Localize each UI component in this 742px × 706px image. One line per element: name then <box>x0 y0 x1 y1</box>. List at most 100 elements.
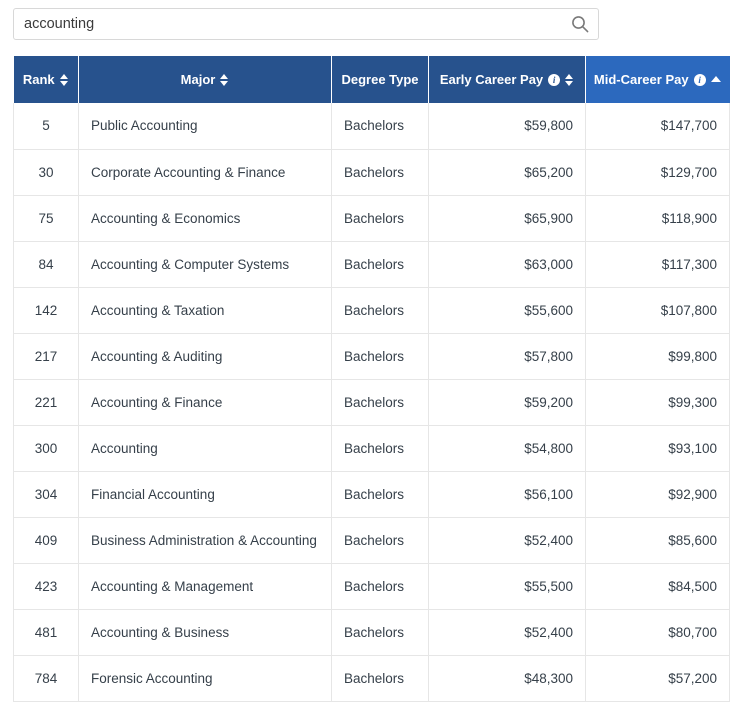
cell-degree-type: Bachelors <box>331 563 429 610</box>
column-header-mid-career-pay[interactable]: Mid-Career Pay i <box>585 56 730 103</box>
column-label-rank: Rank <box>22 72 55 87</box>
cell-mid-career-pay: $99,300 <box>585 379 730 426</box>
cell-early-career-pay: $65,200 <box>428 149 586 196</box>
cell-early-career-pay: $65,900 <box>428 195 586 242</box>
cell-major: Accounting & Computer Systems <box>78 241 332 288</box>
cell-early-career-pay: $56,100 <box>428 471 586 518</box>
cell-mid-career-pay: $107,800 <box>585 287 730 334</box>
cell-degree-type: Bachelors <box>331 287 429 334</box>
cell-mid-career-pay: $99,800 <box>585 333 730 380</box>
cell-early-career-pay: $52,400 <box>428 517 586 564</box>
column-header-rank[interactable]: Rank <box>13 56 79 103</box>
majors-table-container: Rank Major Degree Type Early Career Pay … <box>13 56 730 702</box>
cell-degree-type: Bachelors <box>331 103 429 150</box>
cell-major: Accounting & Economics <box>78 195 332 242</box>
info-icon-mid-career-pay[interactable]: i <box>693 73 706 86</box>
column-label-early-career-pay: Early Career Pay <box>439 72 544 87</box>
table-row[interactable]: 30 Corporate Accounting & Finance Bachelor… <box>13 149 730 196</box>
cell-degree-type: Bachelors <box>331 425 429 472</box>
sort-both-icon-early-career-pay[interactable] <box>565 73 574 87</box>
cell-early-career-pay: $59,800 <box>428 103 586 150</box>
cell-early-career-pay: $59,200 <box>428 379 586 426</box>
cell-rank: 217 <box>13 333 79 380</box>
cell-early-career-pay: $55,500 <box>428 563 586 610</box>
column-label-major: Major <box>180 72 216 87</box>
cell-rank: 423 <box>13 563 79 610</box>
cell-mid-career-pay: $147,700 <box>585 103 730 150</box>
cell-degree-type: Bachelors <box>331 195 429 242</box>
table-row[interactable]: 142 Accounting & Taxation Bachelors $55,600… <box>13 287 730 334</box>
cell-early-career-pay: $52,400 <box>428 609 586 656</box>
table-row[interactable]: 300 Accounting Bachelors $54,800 $93,100 <box>13 425 730 472</box>
cell-major: Corporate Accounting & Finance <box>78 149 332 196</box>
info-icon-early-career-pay[interactable]: i <box>548 73 561 86</box>
cell-rank: 5 <box>13 103 79 150</box>
cell-degree-type: Bachelors <box>331 517 429 564</box>
search-container <box>13 8 599 40</box>
cell-major: Public Accounting <box>78 103 332 150</box>
sort-ascending-icon-mid-career-pay[interactable] <box>710 73 722 87</box>
column-label-mid-career-pay: Mid-Career Pay <box>593 72 689 87</box>
table-row[interactable]: 784 Forensic Accounting Bachelors $48,300 $5… <box>13 655 730 702</box>
cell-rank: 784 <box>13 655 79 702</box>
sort-both-icon-major[interactable] <box>220 73 229 87</box>
cell-degree-type: Bachelors <box>331 655 429 702</box>
sort-both-icon-rank[interactable] <box>59 73 69 87</box>
cell-degree-type: Bachelors <box>331 149 429 196</box>
table-body: 5 Public Accounting Bachelors $59,800 $147,7… <box>13 103 730 702</box>
cell-rank: 142 <box>13 287 79 334</box>
cell-degree-type: Bachelors <box>331 609 429 656</box>
cell-rank: 30 <box>13 149 79 196</box>
table-row[interactable]: 304 Financial Accounting Bachelors $56,100 $… <box>13 471 730 518</box>
cell-rank: 300 <box>13 425 79 472</box>
table-row[interactable]: 423 Accounting & Management Bachelors $55,5… <box>13 563 730 610</box>
cell-major: Accounting & Business <box>78 609 332 656</box>
cell-major: Accounting & Taxation <box>78 287 332 334</box>
cell-mid-career-pay: $57,200 <box>585 655 730 702</box>
table-row[interactable]: 481 Accounting & Business Bachelors $52,400… <box>13 609 730 656</box>
cell-rank: 304 <box>13 471 79 518</box>
cell-mid-career-pay: $92,900 <box>585 471 730 518</box>
cell-mid-career-pay: $129,700 <box>585 149 730 196</box>
cell-degree-type: Bachelors <box>331 471 429 518</box>
cell-degree-type: Bachelors <box>331 379 429 426</box>
column-header-degree-type[interactable]: Degree Type <box>331 56 429 103</box>
cell-rank: 75 <box>13 195 79 242</box>
cell-major: Forensic Accounting <box>78 655 332 702</box>
table-row[interactable]: 5 Public Accounting Bachelors $59,800 $147,7… <box>13 103 730 150</box>
cell-major: Financial Accounting <box>78 471 332 518</box>
table-row[interactable]: 84 Accounting & Computer Systems Bachelors… <box>13 241 730 288</box>
table-header: Rank Major Degree Type Early Career Pay … <box>13 56 730 103</box>
table-row[interactable]: 75 Accounting & Economics Bachelors $65,900… <box>13 195 730 242</box>
cell-mid-career-pay: $85,600 <box>585 517 730 564</box>
cell-rank: 221 <box>13 379 79 426</box>
cell-major: Accounting & Finance <box>78 379 332 426</box>
cell-major: Accounting & Management <box>78 563 332 610</box>
search-input[interactable] <box>14 9 598 39</box>
cell-rank: 84 <box>13 241 79 288</box>
cell-degree-type: Bachelors <box>331 241 429 288</box>
table-row[interactable]: 221 Accounting & Finance Bachelors $59,200 $… <box>13 379 730 426</box>
cell-rank: 481 <box>13 609 79 656</box>
cell-early-career-pay: $57,800 <box>428 333 586 380</box>
cell-early-career-pay: $55,600 <box>428 287 586 334</box>
cell-early-career-pay: $63,000 <box>428 241 586 288</box>
cell-major: Accounting & Auditing <box>78 333 332 380</box>
cell-major: Business Administration & Accounting <box>78 517 332 564</box>
cell-rank: 409 <box>13 517 79 564</box>
search-box[interactable] <box>13 8 599 40</box>
cell-mid-career-pay: $84,500 <box>585 563 730 610</box>
table-header-row: Rank Major Degree Type Early Career Pay … <box>13 56 730 103</box>
cell-mid-career-pay: $93,100 <box>585 425 730 472</box>
column-header-early-career-pay[interactable]: Early Career Pay i <box>428 56 586 103</box>
column-header-major[interactable]: Major <box>78 56 332 103</box>
cell-major: Accounting <box>78 425 332 472</box>
cell-early-career-pay: $48,300 <box>428 655 586 702</box>
table-row[interactable]: 217 Accounting & Auditing Bachelors $57,800… <box>13 333 730 380</box>
column-label-degree-type: Degree Type <box>341 72 419 87</box>
table-row[interactable]: 409 Business Administration & Accounting B… <box>13 517 730 564</box>
cell-mid-career-pay: $118,900 <box>585 195 730 242</box>
cell-early-career-pay: $54,800 <box>428 425 586 472</box>
cell-mid-career-pay: $117,300 <box>585 241 730 288</box>
majors-table: Rank Major Degree Type Early Career Pay … <box>13 56 730 702</box>
